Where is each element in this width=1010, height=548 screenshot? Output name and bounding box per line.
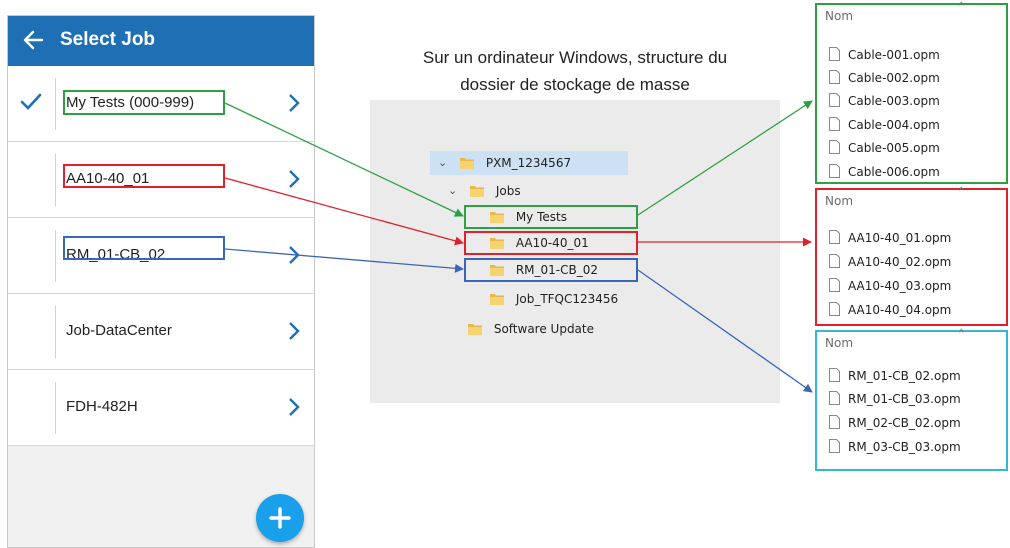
connector-arrows: [224, 100, 813, 393]
arrow-my-tests-to-files: [637, 100, 813, 216]
arrow-rm-to-folder: [224, 248, 464, 273]
arrow-aa-to-folder: [224, 177, 464, 246]
arrow-my-tests-to-folder: [224, 102, 464, 217]
arrow-rm-to-files: [637, 269, 813, 393]
